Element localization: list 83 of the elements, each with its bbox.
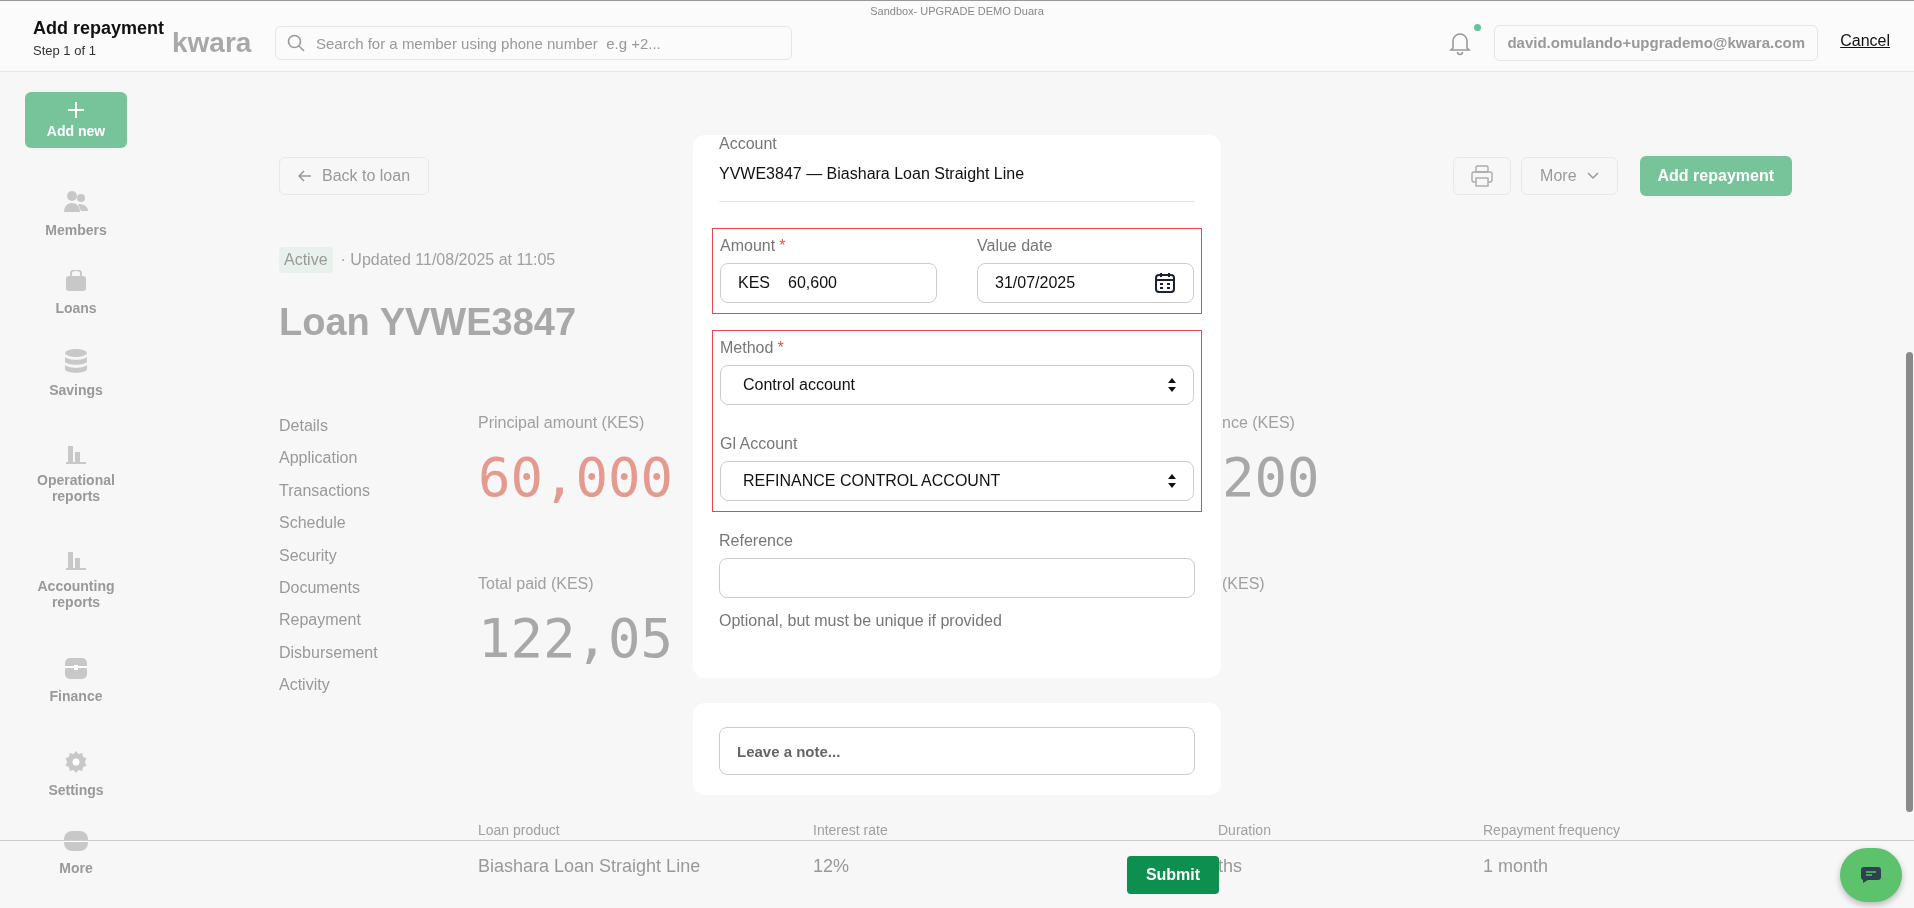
account-value: YVWE3847 — Biashara Loan Straight Line — [719, 165, 1025, 183]
field-label: Reference — [719, 532, 794, 550]
search-icon — [287, 34, 305, 52]
chevron-down-icon — [1586, 172, 1599, 180]
field-label: Amount — [720, 237, 776, 255]
stat-value: 60,000 — [478, 446, 674, 510]
back-button[interactable]: Back to loan — [279, 157, 430, 195]
section-link[interactable]: Schedule — [279, 513, 478, 534]
detail-value: ths — [1218, 855, 1242, 877]
add-new-button[interactable]: Add new — [25, 92, 127, 148]
section-link[interactable]: Activity — [279, 675, 478, 696]
briefcase-icon — [64, 656, 88, 680]
help-text: Optional, but must be unique if provided — [719, 612, 1003, 630]
sidebar-item[interactable]: Accounting reports — [31, 578, 121, 610]
section-link[interactable]: Details — [279, 416, 478, 437]
bar-chart-icon — [65, 550, 87, 570]
user-menu[interactable]: david.omulando+upgrademo@kwara.com — [1494, 25, 1818, 61]
dialog-title: Add repayment — [33, 18, 165, 39]
section-link[interactable]: Application — [279, 448, 478, 469]
stat-label: Principal amount (KES) — [478, 414, 645, 432]
sidebar-item[interactable]: Members — [31, 222, 121, 238]
status-badge: Active — [279, 247, 333, 273]
calendar-icon — [1154, 272, 1176, 294]
wallet-icon — [64, 270, 88, 292]
stat-label: nce (KES) — [1222, 414, 1295, 432]
detail-value: Biashara Loan Straight Line — [478, 855, 701, 877]
amount-field[interactable]: KES 60,600 — [720, 263, 937, 303]
field-label: Value date — [977, 237, 1053, 255]
sort-arrows-icon — [1168, 474, 1176, 488]
select-dropdown[interactable]: Control account — [720, 365, 1194, 405]
bar-chart-icon — [65, 444, 87, 464]
stat-label: (KES) — [1222, 574, 1265, 593]
reference-field[interactable] — [719, 558, 1195, 598]
cancel-link[interactable]: Cancel — [1840, 32, 1890, 50]
section-link[interactable]: Documents — [279, 578, 478, 599]
required-mark: * — [777, 339, 784, 357]
plus-icon — [67, 101, 85, 119]
people-icon — [63, 190, 89, 214]
search-field[interactable]: Search for a member using phone number e.g +2... — [275, 26, 792, 60]
sidebar-item[interactable]: Finance — [31, 688, 121, 704]
stat-label: Total paid (KES) — [478, 574, 594, 593]
field-label: Gl Account — [720, 435, 798, 453]
submit-button[interactable]: Submit — [1127, 855, 1219, 894]
page-title: Loan YVWE3847 — [279, 301, 578, 344]
section-link[interactable]: Disbursement — [279, 642, 478, 664]
field-label: Method — [720, 339, 774, 357]
stat-value: 122,05 — [478, 606, 674, 671]
database-icon — [64, 348, 88, 374]
chat-icon — [1860, 866, 1882, 884]
scrollbar-thumb[interactable] — [1906, 352, 1913, 812]
required-mark: * — [779, 237, 786, 255]
section-link[interactable]: Transactions — [279, 480, 478, 502]
chat-button[interactable] — [1840, 848, 1902, 902]
print-button[interactable] — [1453, 157, 1512, 195]
section-link[interactable]: Security — [279, 545, 478, 567]
sidebar-item[interactable]: Settings — [31, 782, 121, 798]
logo[interactable]: kwara — [172, 27, 275, 59]
sidebar-item[interactable]: Operational reports — [31, 472, 121, 504]
date-field[interactable]: 31/07/2025 — [977, 263, 1194, 303]
detail-label: Loan product — [478, 821, 560, 838]
environment-label: Sandbox- UPGRADE DEMO Duara — [870, 4, 1044, 19]
sidebar-item[interactable]: More — [31, 860, 121, 876]
sidebar-item[interactable]: Loans — [31, 300, 121, 316]
detail-value: 1 month — [1483, 855, 1549, 877]
select-dropdown[interactable]: REFINANCE CONTROL ACCOUNT — [720, 461, 1194, 501]
more-dropdown[interactable]: More — [1521, 157, 1618, 195]
left-arrow-icon — [298, 170, 312, 182]
detail-value: 12% — [813, 855, 850, 877]
add-repayment-button[interactable]: Add repayment — [1639, 156, 1792, 196]
step-indicator: Step 1 of 1 — [33, 43, 96, 58]
field-label: Account — [719, 135, 777, 153]
detail-label: Repayment frequency — [1483, 821, 1620, 838]
notification-bell-icon[interactable] — [1448, 30, 1473, 56]
settings-icon — [64, 750, 88, 774]
detail-label: Interest rate — [813, 821, 888, 838]
updated-text: · Updated 11/08/2025 at 11:05 — [340, 251, 556, 269]
sidebar-item[interactable]: Savings — [31, 382, 121, 398]
stat-value: 200 — [1222, 446, 1320, 510]
detail-label: Duration — [1218, 821, 1271, 838]
section-link[interactable]: Repayment — [279, 610, 478, 631]
printer-icon — [1470, 164, 1495, 188]
sort-arrows-icon — [1168, 378, 1176, 392]
note-field[interactable]: Leave a note... — [719, 727, 1195, 775]
